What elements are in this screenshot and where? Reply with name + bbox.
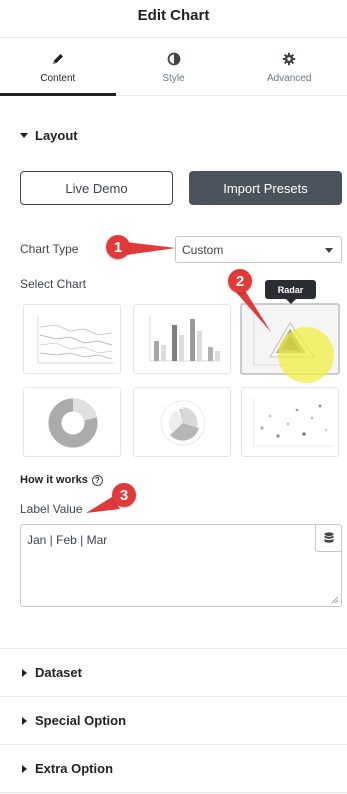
how-it-works-link[interactable]: How it works ? [20,474,103,486]
special-option-section-title: Special Option [35,713,127,728]
chart-option-radar[interactable] [240,303,340,375]
caret-right-icon [22,668,27,677]
panel-title: Edit Chart [137,7,210,24]
annotation-badge-2: 2 [228,269,252,293]
dataset-section-title: Dataset [35,665,82,680]
gear-icon [231,52,347,68]
import-presets-button[interactable]: Import Presets [189,171,342,205]
layout-section-title: Layout [35,128,78,143]
tab-style[interactable]: Style [116,38,232,95]
chart-type-label: Chart Type [20,242,79,256]
tab-advanced[interactable]: Advanced [231,38,347,95]
tab-content[interactable]: Content [0,38,116,96]
tab-advanced-label: Advanced [266,73,312,84]
label-value-label: Label Value [20,502,83,516]
chart-type-value: Custom [182,243,224,257]
dynamic-tags-button[interactable] [315,524,342,552]
question-icon: ? [91,474,103,486]
annotation-badge-1: 1 [106,235,130,259]
radar-tooltip: Radar [265,280,316,304]
database-icon [324,532,333,543]
label-value-textarea[interactable]: Jan | Feb | Mar [20,524,342,607]
caret-right-icon [22,764,27,773]
bubble-chart-icon [253,398,332,447]
extra-option-section-title: Extra Option [35,761,114,776]
label-value-text: Jan | Feb | Mar [27,533,108,547]
chart-option-line[interactable] [23,304,121,374]
special-option-section-toggle[interactable]: Special Option [0,696,347,744]
annotation-badge-3: 3 [112,483,136,507]
tab-style-label: Style [162,73,185,84]
bar-chart-icon [149,315,220,362]
half-circle-icon [116,52,232,68]
layout-section-toggle[interactable]: Layout [20,128,78,143]
doughnut-chart-icon [48,398,98,448]
polar-area-chart-icon [160,400,206,446]
divider [0,792,347,793]
tab-bar: Content Style Advanced [0,38,347,96]
chart-option-polar-area[interactable] [133,387,231,457]
dataset-section-toggle[interactable]: Dataset [0,648,347,696]
tab-content-label: Content [40,73,76,84]
caret-down-icon [20,133,28,138]
select-chart-label: Select Chart [20,277,87,291]
radar-chart-icon [253,313,332,366]
chart-option-bar[interactable] [133,304,231,374]
chart-type-select[interactable]: Custom [175,236,342,263]
extra-option-section-toggle[interactable]: Extra Option [0,744,347,792]
chevron-down-icon [325,248,333,253]
resize-handle-icon[interactable] [331,596,339,604]
pencil-icon [0,52,116,68]
chart-option-bubble[interactable] [241,387,339,457]
live-demo-button[interactable]: Live Demo [20,171,173,205]
panel-header: Edit Chart [0,0,347,38]
caret-right-icon [22,716,27,725]
how-it-works-text: How it works [20,474,88,486]
line-chart-icon [37,317,114,364]
chart-option-doughnut[interactable] [23,387,121,457]
